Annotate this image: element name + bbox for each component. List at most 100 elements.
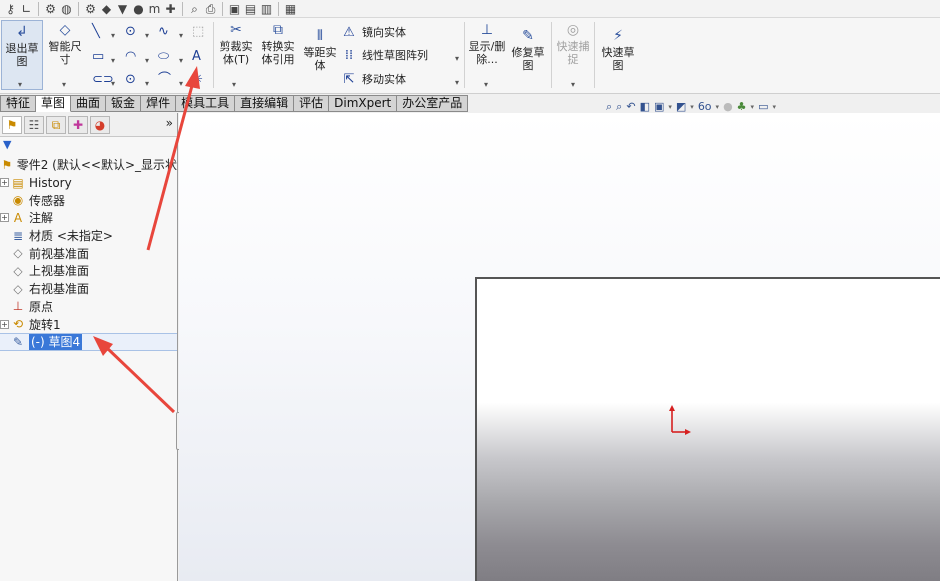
chevron-down-icon[interactable]: ▾ xyxy=(571,80,575,89)
property-manager-tab-icon[interactable]: ☷ xyxy=(24,115,44,134)
chevron-down-icon[interactable]: ▾ xyxy=(145,28,149,44)
chevron-down-icon[interactable]: ▾ xyxy=(484,80,488,89)
tree-node-material[interactable]: ≣ 材质 <未指定> xyxy=(0,227,177,245)
expand-panel-button[interactable]: » xyxy=(166,116,173,130)
cross-icon[interactable]: ✚ xyxy=(164,1,177,17)
chevron-down-icon[interactable]: ▾ xyxy=(145,53,149,69)
chevron-down-icon[interactable]: ▾ xyxy=(772,103,776,111)
box-icon[interactable]: ◆ xyxy=(100,1,113,17)
polygon-icon[interactable]: ⊙ xyxy=(125,72,136,88)
bowl-icon[interactable]: ▼ xyxy=(116,1,129,17)
edit-appearance-icon[interactable]: ● xyxy=(723,100,733,114)
mmm-icon[interactable]: ⅿ xyxy=(148,1,161,17)
rapid-sketch-button[interactable]: ⚡ 快速草图 xyxy=(598,28,638,72)
chevron-down-icon[interactable]: ▾ xyxy=(232,80,236,89)
tree-node-right-plane[interactable]: ◇ 右视基准面 xyxy=(0,280,177,298)
magnifier-icon[interactable]: ⌕ xyxy=(188,1,201,17)
sketch-corner-icon[interactable]: ∟ xyxy=(20,1,33,17)
expand-toggle[interactable]: + xyxy=(0,213,9,223)
quick-snaps-button[interactable]: ◎ 快速捕捉 xyxy=(554,22,592,66)
chevron-down-icon[interactable]: ▾ xyxy=(111,28,115,44)
offset-entities-button[interactable]: ⫴ 等距实体 xyxy=(301,28,339,72)
chevron-down-icon[interactable]: ▾ xyxy=(179,28,183,44)
chevron-down-icon[interactable]: ▾ xyxy=(716,103,720,111)
ellipse-icon[interactable]: ⬭ xyxy=(158,49,169,65)
configuration-manager-tab-icon[interactable]: ⧉ xyxy=(46,115,66,134)
text-sketch-icon[interactable]: A xyxy=(192,49,201,65)
tab-evaluate[interactable]: 评估 xyxy=(294,95,330,112)
smart-dimension-button[interactable]: ◇ 智能尺寸 xyxy=(45,22,85,66)
tree-node-top-plane[interactable]: ◇ 上视基准面 xyxy=(0,262,177,280)
doc-icon[interactable]: ▦ xyxy=(284,1,297,17)
tab-dimxpert[interactable]: DimXpert xyxy=(329,95,398,112)
tab-weldments[interactable]: 焊件 xyxy=(141,95,177,112)
spline-icon[interactable]: ∿ xyxy=(158,24,169,40)
zoom-to-fit-icon[interactable]: ⌕ xyxy=(606,100,612,114)
tree-node-front-plane[interactable]: ◇ 前视基准面 xyxy=(0,244,177,262)
display-delete-relations-button[interactable]: ⊥ 显示/删除... xyxy=(468,22,506,66)
chevron-down-icon[interactable]: ▾ xyxy=(179,76,183,92)
move-entities-button[interactable]: ⇱ 移动实体 xyxy=(342,73,406,87)
tree-node-annotations[interactable]: + A 注解 xyxy=(0,209,177,227)
tab-mold-tools[interactable]: 模具工具 xyxy=(176,95,236,112)
chevron-down-icon[interactable]: ▾ xyxy=(62,80,66,89)
globe-icon[interactable]: ◍ xyxy=(60,1,73,17)
pin-icon[interactable]: ● xyxy=(132,1,145,17)
tab-direct-editing[interactable]: 直接编辑 xyxy=(235,95,295,112)
feature-manager-tab-icon[interactable]: ⚑ xyxy=(2,115,22,134)
expand-toggle[interactable]: + xyxy=(0,319,9,329)
view-settings-icon[interactable]: ▭ xyxy=(758,100,768,114)
surface-sketch-icon[interactable]: ⬚ xyxy=(192,24,204,40)
chevron-down-icon[interactable]: ▾ xyxy=(145,76,149,92)
chevron-down-icon[interactable]: ▾ xyxy=(18,80,22,89)
tab-office-products[interactable]: 办公室产品 xyxy=(397,95,469,112)
previous-view-icon[interactable]: ↶ xyxy=(626,100,635,114)
linear-pattern-button[interactable]: ⁞⁞ 线性草图阵列 xyxy=(342,49,428,63)
sketch-plane[interactable] xyxy=(475,277,940,581)
tree-node-sketch4[interactable]: ✎ (-) 草图4 xyxy=(0,332,177,351)
arc-icon[interactable]: ◠ xyxy=(125,49,136,65)
fillet-icon[interactable]: ⌒ xyxy=(158,72,171,88)
zoom-to-area-icon[interactable]: ⌕ xyxy=(616,100,622,114)
trim-entities-button[interactable]: ✂ 剪裁实体(T) xyxy=(215,22,257,66)
chevron-down-icon[interactable]: ▾ xyxy=(111,76,115,92)
line-icon[interactable]: ╲ xyxy=(92,24,100,40)
view-orientation-icon[interactable]: ▣ xyxy=(654,100,664,114)
rectangle-icon[interactable]: ▭ xyxy=(92,49,104,65)
hide-show-items-icon[interactable]: 6o xyxy=(698,100,712,114)
convert-entities-button[interactable]: ⧉ 转换实体引用 xyxy=(258,22,298,66)
repair-sketch-button[interactable]: ✎ 修复草图 xyxy=(509,28,547,72)
chevron-down-icon[interactable]: ▾ xyxy=(668,103,672,111)
chevron-down-icon[interactable]: ▾ xyxy=(455,54,459,63)
assembly-icon[interactable]: ⚙ xyxy=(44,1,57,17)
section-view-icon[interactable]: ◧ xyxy=(640,100,650,114)
print-icon[interactable]: ⎙ xyxy=(204,1,217,17)
chevron-down-icon[interactable]: ▾ xyxy=(751,103,755,111)
key-icon[interactable]: ⚷ xyxy=(4,1,17,17)
graphics-area[interactable] xyxy=(179,113,940,581)
book-icon[interactable]: ▥ xyxy=(260,1,273,17)
expand-toggle[interactable]: + xyxy=(0,178,9,188)
display-style-icon[interactable]: ◩ xyxy=(676,100,686,114)
display-manager-tab-icon[interactable]: ◕ xyxy=(90,115,110,134)
chevron-down-icon[interactable]: ▾ xyxy=(455,78,459,87)
circle-icon[interactable]: ⊙ xyxy=(125,24,136,40)
tree-node-origin[interactable]: ⊥ 原点 xyxy=(0,298,177,316)
tree-node-sensors[interactable]: ◉ 传感器 xyxy=(0,191,177,209)
gear-icon[interactable]: ⚙ xyxy=(84,1,97,17)
tree-node-history[interactable]: + ▤ History xyxy=(0,174,177,192)
tree-node-part[interactable]: ⚑ 零件2 (默认<<默认>_显示状 xyxy=(0,156,177,174)
apply-scene-icon[interactable]: ♣ xyxy=(737,100,747,114)
tab-sheet-metal[interactable]: 钣金 xyxy=(106,95,142,112)
point-icon[interactable]: ✳ xyxy=(192,72,203,88)
tab-features[interactable]: 特征 xyxy=(0,95,37,112)
file-icon[interactable]: ▤ xyxy=(244,1,257,17)
filter-icon[interactable]: ▼ xyxy=(3,138,11,151)
chevron-down-icon[interactable]: ▾ xyxy=(179,53,183,69)
chevron-down-icon[interactable]: ▾ xyxy=(111,53,115,69)
tab-sketch[interactable]: 草图 xyxy=(36,95,72,112)
tree-node-revolve[interactable]: + ⟲ 旋转1 xyxy=(0,315,177,333)
chevron-down-icon[interactable]: ▾ xyxy=(690,103,694,111)
mirror-entities-button[interactable]: ⚠ 镜向实体 xyxy=(342,26,406,40)
save-icon[interactable]: ▣ xyxy=(228,1,241,17)
